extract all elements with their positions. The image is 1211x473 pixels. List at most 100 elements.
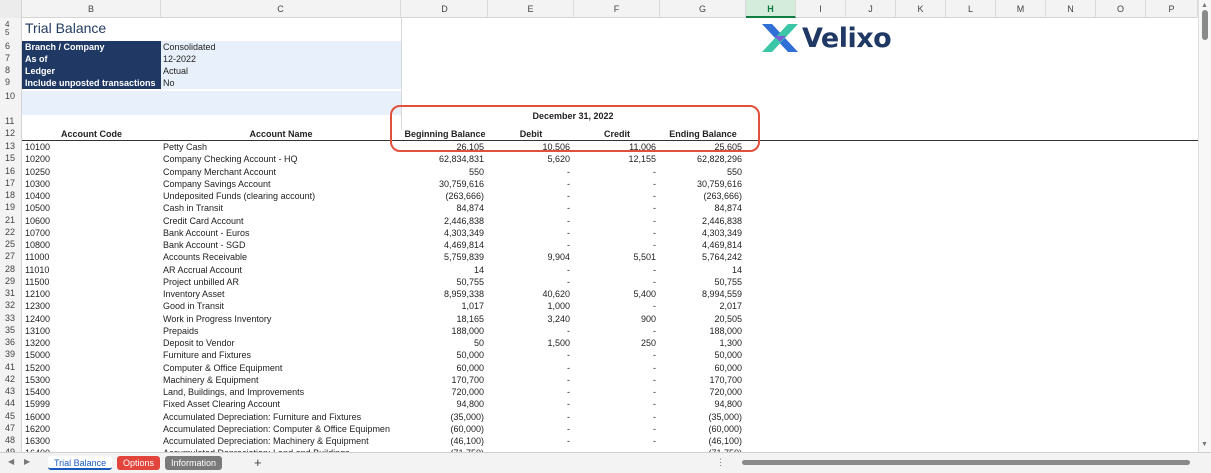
- row-number[interactable]: 47: [0, 423, 22, 433]
- debit-cell[interactable]: -: [488, 435, 570, 447]
- debit-cell[interactable]: -: [488, 215, 570, 227]
- ending-balance-cell[interactable]: 84,874: [660, 202, 742, 214]
- ending-balance-cell[interactable]: 4,303,349: [660, 227, 742, 239]
- ending-balance-cell[interactable]: 2,017: [660, 300, 742, 312]
- row-number[interactable]: 45: [0, 411, 22, 421]
- ending-balance-cell[interactable]: 2,446,838: [660, 215, 742, 227]
- debit-cell[interactable]: -: [488, 227, 570, 239]
- tab-options[interactable]: Options: [117, 456, 161, 470]
- column-header-k[interactable]: K: [896, 0, 946, 18]
- beginning-balance-cell[interactable]: 5,759,839: [402, 251, 484, 263]
- account-name-cell[interactable]: Credit Card Account: [163, 215, 401, 227]
- debit-cell[interactable]: -: [488, 202, 570, 214]
- account-code-cell[interactable]: 12100: [25, 288, 159, 300]
- column-header-j[interactable]: J: [846, 0, 896, 18]
- row-number[interactable]: 9: [0, 77, 22, 87]
- beginning-balance-cell[interactable]: (35,000): [402, 411, 484, 423]
- account-name-cell[interactable]: Cash in Transit: [163, 202, 401, 214]
- beginning-balance-cell[interactable]: 550: [402, 166, 484, 178]
- row-number[interactable]: 19: [0, 202, 22, 212]
- account-name-cell[interactable]: Bank Account - Euros: [163, 227, 401, 239]
- column-header-i[interactable]: I: [796, 0, 846, 18]
- debit-cell[interactable]: -: [488, 349, 570, 361]
- account-name-cell[interactable]: Project unbilled AR: [163, 276, 401, 288]
- horizontal-scroll-thumb[interactable]: [742, 460, 1190, 465]
- beginning-balance-cell[interactable]: 720,000: [402, 386, 484, 398]
- column-header-m[interactable]: M: [996, 0, 1046, 18]
- column-header-p[interactable]: P: [1146, 0, 1198, 18]
- beginning-balance-cell[interactable]: 62,834,831: [402, 153, 484, 165]
- ending-balance-cell[interactable]: 30,759,616: [660, 178, 742, 190]
- tab-scroll-left-icon[interactable]: ◀: [8, 457, 14, 466]
- account-name-cell[interactable]: Accumulated Depreciation: Machinery & Eq…: [163, 435, 401, 447]
- row-number[interactable]: 6: [0, 41, 22, 51]
- row-number[interactable]: 17: [0, 178, 22, 188]
- credit-cell[interactable]: 5,400: [574, 288, 656, 300]
- beginning-balance-cell[interactable]: 8,959,338: [402, 288, 484, 300]
- account-name-cell[interactable]: Accumulated Depreciation: Computer & Off…: [163, 423, 401, 435]
- account-name-cell[interactable]: Undeposited Funds (clearing account): [163, 190, 401, 202]
- account-code-cell[interactable]: 10700: [25, 227, 159, 239]
- credit-cell[interactable]: -: [574, 276, 656, 288]
- ending-balance-cell[interactable]: (35,000): [660, 411, 742, 423]
- ending-balance-cell[interactable]: 50,755: [660, 276, 742, 288]
- debit-cell[interactable]: 3,240: [488, 313, 570, 325]
- add-sheet-button[interactable]: +: [254, 455, 262, 470]
- account-code-cell[interactable]: 10100: [25, 141, 159, 153]
- row-number[interactable]: 36: [0, 337, 22, 347]
- debit-cell[interactable]: -: [488, 264, 570, 276]
- beginning-balance-cell[interactable]: (60,000): [402, 423, 484, 435]
- beginning-balance-cell[interactable]: 30,759,616: [402, 178, 484, 190]
- beginning-balance-cell[interactable]: 14: [402, 264, 484, 276]
- row-number[interactable]: 35: [0, 325, 22, 335]
- credit-cell[interactable]: -: [574, 215, 656, 227]
- account-name-cell[interactable]: Bank Account - SGD: [163, 239, 401, 251]
- ending-balance-cell[interactable]: 60,000: [660, 362, 742, 374]
- beginning-balance-cell[interactable]: 50,755: [402, 276, 484, 288]
- row-number[interactable]: 11: [0, 116, 22, 126]
- ending-balance-cell[interactable]: 550: [660, 166, 742, 178]
- debit-cell[interactable]: -: [488, 178, 570, 190]
- param-value[interactable]: Consolidated: [161, 41, 401, 53]
- beginning-balance-cell[interactable]: 18,165: [402, 313, 484, 325]
- row-number[interactable]: 21: [0, 215, 22, 225]
- debit-cell[interactable]: -: [488, 190, 570, 202]
- credit-cell[interactable]: -: [574, 202, 656, 214]
- tab-trial-balance[interactable]: Trial Balance: [48, 456, 113, 470]
- row-number[interactable]: 7: [0, 53, 22, 63]
- beginning-balance-cell[interactable]: 50,000: [402, 349, 484, 361]
- account-code-cell[interactable]: 15200: [25, 362, 159, 374]
- credit-cell[interactable]: -: [574, 386, 656, 398]
- account-code-cell[interactable]: 16200: [25, 423, 159, 435]
- column-header-n[interactable]: N: [1046, 0, 1096, 18]
- debit-cell[interactable]: 1,500: [488, 337, 570, 349]
- account-name-cell[interactable]: Furniture and Fixtures: [163, 349, 401, 361]
- credit-cell[interactable]: -: [574, 423, 656, 435]
- ending-balance-cell[interactable]: 50,000: [660, 349, 742, 361]
- vertical-scrollbar[interactable]: [1198, 0, 1211, 452]
- credit-cell[interactable]: -: [574, 190, 656, 202]
- row-number[interactable]: 22: [0, 227, 22, 237]
- beginning-balance-cell[interactable]: 84,874: [402, 202, 484, 214]
- account-name-cell[interactable]: Fixed Asset Clearing Account: [163, 398, 401, 410]
- account-code-cell[interactable]: 10600: [25, 215, 159, 227]
- column-header-l[interactable]: L: [946, 0, 996, 18]
- credit-cell[interactable]: -: [574, 239, 656, 251]
- debit-cell[interactable]: -: [488, 362, 570, 374]
- row-number[interactable]: 18: [0, 190, 22, 200]
- account-name-cell[interactable]: Accounts Receivable: [163, 251, 401, 263]
- debit-cell[interactable]: -: [488, 423, 570, 435]
- account-code-cell[interactable]: 15999: [25, 398, 159, 410]
- account-name-cell[interactable]: Petty Cash: [163, 141, 401, 153]
- beginning-balance-cell[interactable]: 170,700: [402, 374, 484, 386]
- account-name-cell[interactable]: Work in Progress Inventory: [163, 313, 401, 325]
- row-number[interactable]: 41: [0, 362, 22, 372]
- debit-cell[interactable]: -: [488, 374, 570, 386]
- column-header-f[interactable]: F: [574, 0, 660, 18]
- ending-balance-cell[interactable]: 14: [660, 264, 742, 276]
- account-name-cell[interactable]: Land, Buildings, and Improvements: [163, 386, 401, 398]
- account-code-cell[interactable]: 10400: [25, 190, 159, 202]
- credit-cell[interactable]: -: [574, 325, 656, 337]
- ending-balance-cell[interactable]: 20,505: [660, 313, 742, 325]
- account-code-cell[interactable]: 12400: [25, 313, 159, 325]
